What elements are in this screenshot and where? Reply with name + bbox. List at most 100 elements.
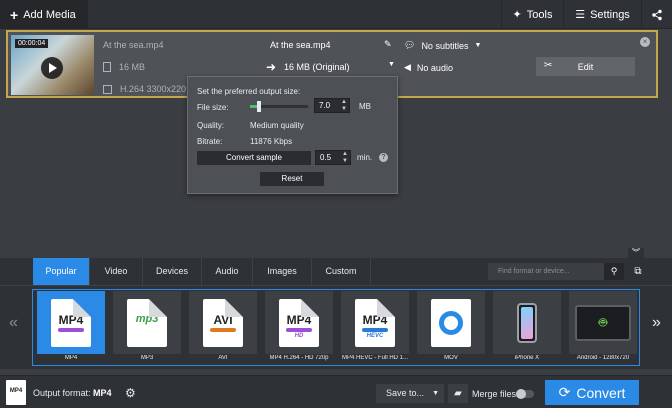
output-size-dropdown[interactable]: 16 MB (Original) — [284, 62, 350, 72]
format-icon-band — [210, 327, 236, 332]
source-size-row: 16 MB — [103, 62, 145, 72]
subtitles-label: No subtitles — [421, 40, 469, 51]
subtitles-dropdown[interactable]: 💬︎ No subtitles ▼ — [404, 40, 481, 51]
settings-button[interactable]: ☰ Settings — [563, 0, 641, 29]
folder-icon[interactable]: ▰ — [448, 384, 468, 403]
chevron-right-icon[interactable]: » — [652, 314, 661, 332]
format-mp4[interactable]: MP4 — [37, 291, 105, 354]
tab-video[interactable]: Video — [90, 258, 143, 285]
output-format-value: MP4 — [93, 388, 112, 398]
file-size-slider[interactable] — [250, 101, 308, 112]
stepper-arrows-icon[interactable]: ▲ ▼ — [342, 151, 348, 165]
format-avi[interactable]: AVI — [189, 291, 257, 354]
reset-button[interactable]: Reset — [260, 172, 324, 186]
format-label: MOV — [444, 355, 458, 361]
format-icon-text: MP4 — [362, 312, 388, 327]
format-icon-subtext: HD — [294, 332, 304, 339]
chevron-down-icon: ▼ — [474, 42, 482, 49]
slider-handle[interactable] — [257, 101, 261, 112]
quality-value: Medium quality — [250, 121, 304, 130]
popup-header: Set the preferred output size: — [197, 87, 301, 96]
tools-label: Tools — [526, 8, 553, 21]
format-icon-band — [362, 327, 388, 332]
mp4-file-icon: MP4 — [51, 298, 91, 347]
format-mp4-hevc[interactable]: MP4 HEVC — [341, 291, 409, 354]
format-icon-text: mp3 — [135, 312, 159, 325]
source-codec: H.264 3300x220 — [120, 84, 187, 94]
avi-file-icon: AVI — [203, 298, 243, 347]
refresh-icon: ⟳ — [558, 384, 571, 400]
edit-button[interactable]: ✂ Edit — [536, 57, 635, 76]
format-mov[interactable] — [417, 291, 485, 354]
scissors-icon: ✂ — [544, 60, 553, 71]
list-settings-icon: ☰ — [575, 9, 586, 21]
mp4-hd-file-icon: MP4 HD — [279, 298, 319, 347]
mp4-hevc-file-icon: MP4 HEVC — [355, 298, 395, 347]
share-icon — [652, 9, 662, 20]
slider-fill — [250, 105, 257, 108]
detect-device-icon[interactable]: ⧉ — [630, 263, 646, 280]
format-android-720[interactable]: 🤖︎ — [569, 291, 637, 354]
merge-files-label: Merge files: — [472, 389, 519, 399]
output-format-label: Output format: — [33, 388, 91, 398]
add-media-button[interactable]: + Add Media — [0, 0, 88, 29]
arrow-right-icon: ➜ — [266, 60, 277, 74]
add-media-label: Add Media — [23, 8, 76, 21]
merge-files-toggle[interactable] — [516, 389, 534, 399]
file-size-value: 7.0 — [319, 101, 331, 110]
quality-label: Quality: — [197, 121, 225, 130]
tab-audio[interactable]: Audio — [202, 258, 253, 285]
sample-unit: min. — [357, 153, 373, 162]
tab-images[interactable]: Images — [253, 258, 312, 285]
format-gallery: « MP4 MP4 mp3 MP3 AVI AVI MP4 HD MP4 H.2… — [0, 285, 672, 369]
stepper-arrows-icon[interactable]: ▲ ▼ — [341, 99, 347, 113]
format-icon-band — [286, 327, 312, 332]
quicktime-icon — [431, 298, 471, 347]
top-toolbar: + Add Media ✦ Tools ☰ Settings — [0, 0, 672, 29]
android-tablet-icon: 🤖︎ — [575, 304, 631, 341]
help-icon[interactable]: ? — [379, 153, 388, 162]
format-label: AVI — [218, 355, 228, 361]
share-button[interactable] — [641, 0, 672, 29]
plus-icon: + — [10, 6, 19, 23]
audio-label: No audio — [416, 62, 453, 73]
format-iphone-x[interactable] — [493, 291, 561, 354]
convert-button[interactable]: ⟳ Convert — [545, 380, 639, 405]
gear-icon[interactable]: ⚙ — [125, 386, 136, 400]
collapse-panel-button[interactable]: ︾ — [628, 248, 644, 258]
tab-devices[interactable]: Devices — [143, 258, 202, 285]
tab-popular[interactable]: Popular — [33, 258, 90, 285]
close-icon[interactable]: × — [640, 37, 650, 47]
format-label: iPhone X — [514, 355, 540, 361]
save-to-dropdown[interactable]: Save to... ▼ — [376, 384, 444, 403]
format-search-input[interactable]: Find format or device... — [488, 263, 604, 280]
sample-length-value: 0.5 — [320, 153, 332, 162]
chevron-left-icon[interactable]: « — [9, 314, 18, 332]
double-chevron-down-icon: ︾ — [632, 248, 640, 257]
convert-sample-button[interactable]: Convert sample — [197, 151, 311, 165]
bottom-bar: MP4 Output format: MP4 ⚙ Save to... ▼ ▰ … — [0, 375, 672, 408]
format-mp3[interactable]: mp3 — [113, 291, 181, 354]
output-format-thumbnail: MP4 — [6, 380, 26, 405]
output-file-name[interactable]: At the sea.mp4 — [270, 40, 331, 50]
file-size-label: File size: — [197, 103, 229, 112]
pencil-icon[interactable]: ✎ — [384, 39, 392, 50]
format-icon-band — [58, 327, 84, 332]
format-icon-text: AVI — [213, 312, 233, 327]
audio-dropdown[interactable]: ◀ No audio — [404, 62, 453, 73]
search-icon[interactable]: ⚲ — [604, 263, 624, 280]
iphone-icon — [517, 302, 537, 343]
chevron-down-icon[interactable]: ▼ — [388, 61, 395, 68]
sample-length-stepper[interactable]: 0.5 ▲ ▼ — [315, 150, 351, 165]
play-icon[interactable] — [41, 57, 63, 79]
format-mp4-hd-720p[interactable]: MP4 HD — [265, 291, 333, 354]
format-icon-text: MP4 — [286, 312, 312, 327]
tools-button[interactable]: ✦ Tools — [501, 0, 563, 29]
file-size-stepper[interactable]: 7.0 ▲ ▼ — [314, 98, 350, 113]
source-file-size: 16 MB — [119, 62, 146, 72]
tab-custom[interactable]: Custom — [312, 258, 371, 285]
video-thumbnail[interactable]: 00:00:04 — [11, 35, 94, 95]
format-icon-subtext: HEVC — [366, 332, 384, 339]
bitrate-value: 11876 Kbps — [250, 137, 293, 146]
settings-label: Settings — [590, 8, 630, 21]
